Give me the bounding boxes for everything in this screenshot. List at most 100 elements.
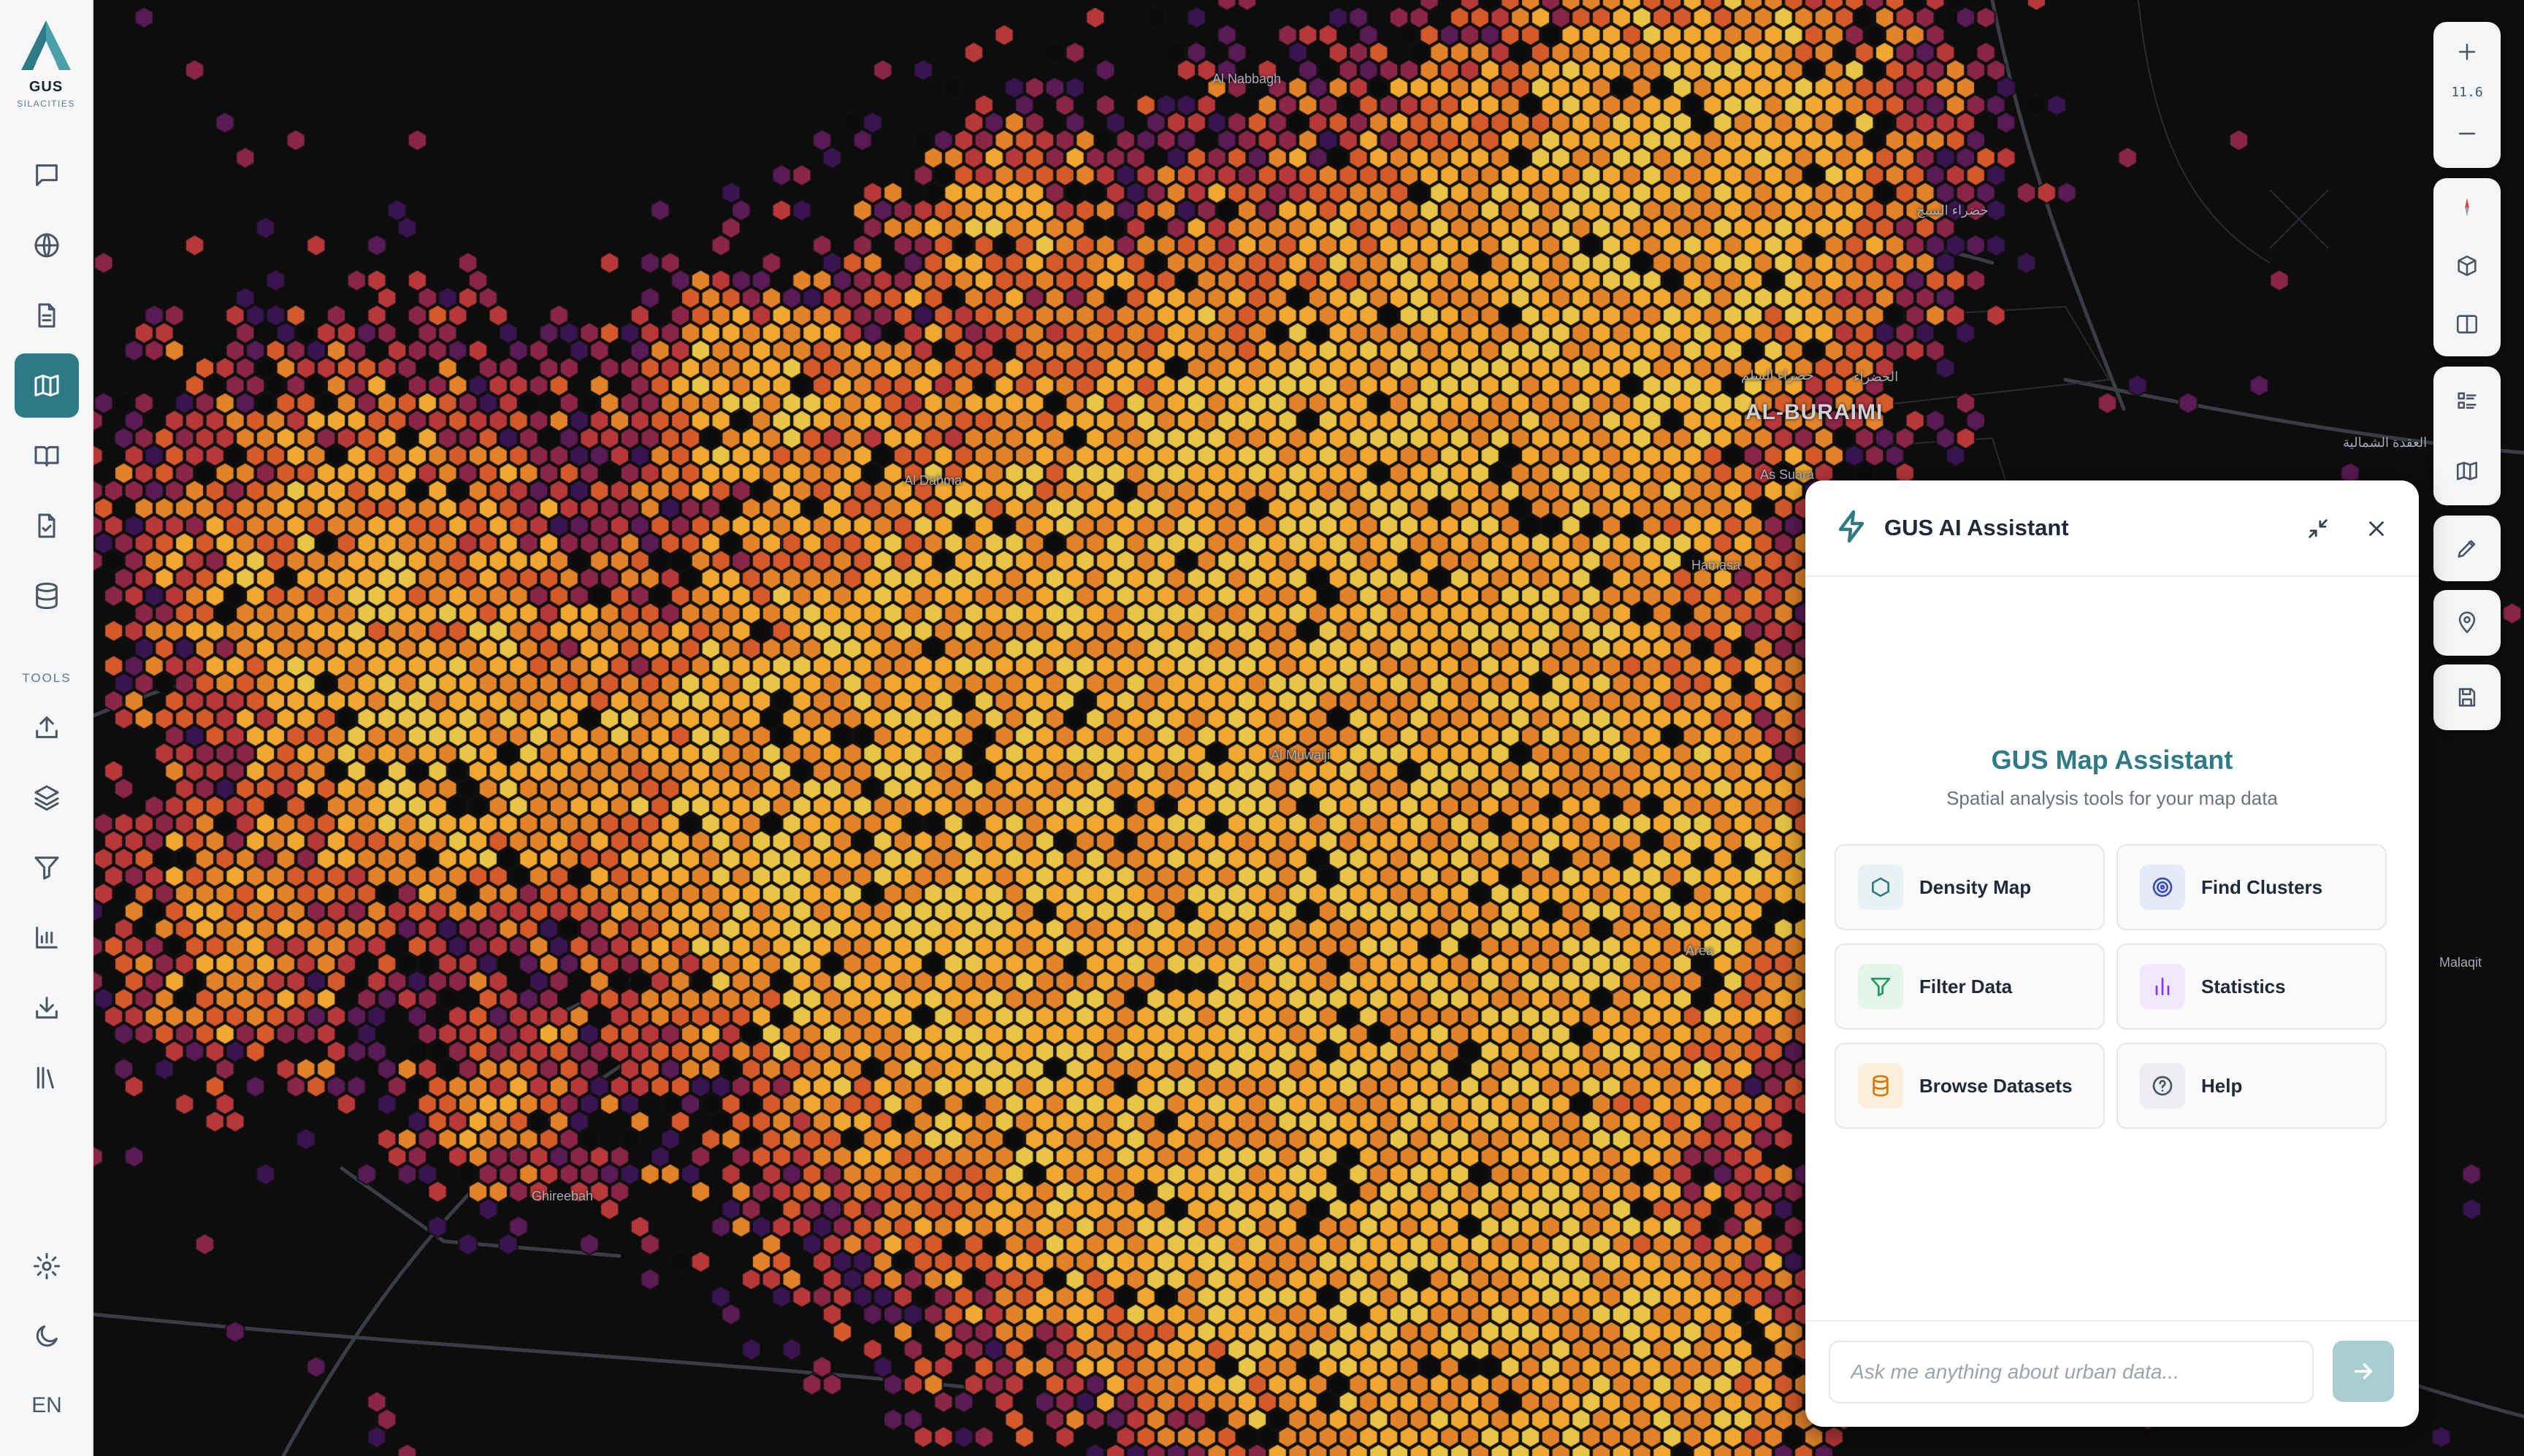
sidebar: GUS SILACITIES TOOLS EN xyxy=(0,0,93,1456)
sidebar-item-globe[interactable] xyxy=(15,213,79,277)
location-control xyxy=(2433,590,2501,656)
sidebar-item-chat[interactable] xyxy=(15,143,79,207)
brand-subtitle: SILACITIES xyxy=(17,99,75,109)
send-button[interactable] xyxy=(2333,1341,2394,1402)
document-icon xyxy=(38,303,56,328)
location-button[interactable] xyxy=(2433,590,2501,656)
draw-button[interactable] xyxy=(2433,516,2501,581)
map-label-area: Area xyxy=(1686,943,1714,958)
action-label: Browse Datasets xyxy=(1919,1074,2073,1097)
sidebar-item-reports[interactable] xyxy=(15,494,79,558)
minimize-icon xyxy=(2309,519,2328,538)
map-icon xyxy=(2456,461,2478,480)
sidebar-item-guide[interactable] xyxy=(15,424,79,488)
map-label-al-nabbagh: Al Nabbagh xyxy=(1212,72,1282,86)
book-open-icon xyxy=(34,445,59,467)
help-circle-icon xyxy=(2140,1063,2185,1108)
logo-icon xyxy=(21,20,71,70)
library-icon xyxy=(37,1067,54,1089)
close-icon xyxy=(2369,521,2384,536)
map-label-khadra: الخضراء xyxy=(1854,369,1899,384)
map-label-hamasa: Hamasa xyxy=(1691,558,1741,572)
map-icon xyxy=(34,375,59,396)
sidebar-item-data[interactable] xyxy=(15,564,79,628)
ai-assistant-panel: GUS AI Assistant GUS Map Assistant Spati… xyxy=(1805,480,2419,1427)
minus-icon xyxy=(2458,132,2476,135)
tool-layers[interactable] xyxy=(15,765,79,829)
save-button[interactable] xyxy=(2433,664,2501,730)
action-label: Statistics xyxy=(2201,975,2286,997)
basemap-button[interactable] xyxy=(2433,436,2501,505)
welcome-title: GUS Map Assistant xyxy=(1991,745,2233,775)
sidebar-item-documents[interactable] xyxy=(15,283,79,348)
action-label: Find Clusters xyxy=(2201,875,2323,898)
tool-upload[interactable] xyxy=(15,695,79,759)
zoom-in-button[interactable] xyxy=(2433,22,2501,82)
compass-icon xyxy=(2465,198,2469,217)
split-view-button[interactable] xyxy=(2433,295,2501,353)
view-controls xyxy=(2433,178,2501,356)
theme-toggle[interactable] xyxy=(15,1304,79,1368)
brand-name: GUS xyxy=(28,79,64,95)
layers-icon xyxy=(34,785,59,811)
lightning-icon xyxy=(1835,509,1870,548)
app-logo[interactable]: GUS SILACITIES xyxy=(17,19,75,109)
tool-charts[interactable] xyxy=(15,905,79,970)
assistant-header: GUS AI Assistant xyxy=(1805,480,2419,577)
arrow-right-icon xyxy=(2354,1363,2373,1379)
zoom-out-button[interactable] xyxy=(2433,104,2501,164)
location-pin-icon xyxy=(2458,611,2476,634)
legend-icon xyxy=(2458,391,2477,409)
database-icon xyxy=(1858,1063,1903,1108)
language-switch[interactable]: EN xyxy=(0,1393,93,1418)
action-statistics[interactable]: Statistics xyxy=(2116,943,2387,1030)
upload-icon xyxy=(36,716,58,738)
action-help[interactable]: Help xyxy=(2116,1043,2387,1129)
map-label-khadra-salam: خضراء السلم xyxy=(1741,368,1814,383)
action-filter-data[interactable]: Filter Data xyxy=(1835,943,2105,1030)
legend-button[interactable] xyxy=(2433,367,2501,436)
welcome-subtitle: Spatial analysis tools for your map data xyxy=(1946,787,2278,809)
view-3d-button[interactable] xyxy=(2433,237,2501,295)
filter-icon xyxy=(34,857,59,880)
tool-library[interactable] xyxy=(15,1046,79,1110)
map-label-khadra-sabkha: خضراء السبخ xyxy=(1916,203,1989,218)
target-icon xyxy=(2140,865,2185,910)
zoom-controls: 11.6 xyxy=(2433,22,2501,168)
minimize-button[interactable] xyxy=(2302,513,2334,545)
tool-filter[interactable] xyxy=(15,835,79,900)
chat-icon xyxy=(36,164,58,186)
gear-icon xyxy=(33,1252,61,1280)
close-button[interactable] xyxy=(2360,513,2393,545)
save-icon xyxy=(2458,688,2476,707)
action-label: Density Map xyxy=(1919,875,2032,898)
split-view-icon xyxy=(2456,315,2478,334)
sidebar-item-map[interactable] xyxy=(15,353,79,418)
plus-icon xyxy=(2458,43,2476,61)
action-label: Filter Data xyxy=(1919,975,2013,997)
draw-icon xyxy=(2458,540,2476,558)
compass-button[interactable] xyxy=(2433,178,2501,237)
bar-chart-icon xyxy=(2140,964,2185,1009)
map-label-al-buraimi: AL-BURAIMI xyxy=(1745,400,1884,424)
map-label-al-dahma: Al Dahma xyxy=(904,473,963,488)
moon-icon xyxy=(36,1325,58,1347)
settings-button[interactable] xyxy=(15,1234,79,1298)
action-density-map[interactable]: Density Map xyxy=(1835,844,2105,930)
chat-input-bar xyxy=(1805,1320,2419,1427)
action-browse-datasets[interactable]: Browse Datasets xyxy=(1835,1043,2105,1129)
chat-input[interactable] xyxy=(1829,1341,2314,1403)
bar-chart-icon xyxy=(36,927,58,949)
action-find-clusters[interactable]: Find Clusters xyxy=(2116,844,2387,930)
file-check-icon xyxy=(38,513,56,538)
map-label-malaqit: Malaqit xyxy=(2439,955,2482,970)
map-label-al-muwaiji: Al Muwaiji xyxy=(1271,748,1331,762)
hexagon-icon xyxy=(1858,865,1903,910)
filter-icon xyxy=(1858,964,1903,1009)
globe-icon xyxy=(34,233,59,258)
map-label-uqda: العقدة الشمالية xyxy=(2343,435,2428,450)
map-label-ghireebah: Ghireebah xyxy=(532,1189,594,1203)
draw-control xyxy=(2433,516,2501,581)
tool-download[interactable] xyxy=(15,976,79,1040)
download-icon xyxy=(36,997,58,1019)
